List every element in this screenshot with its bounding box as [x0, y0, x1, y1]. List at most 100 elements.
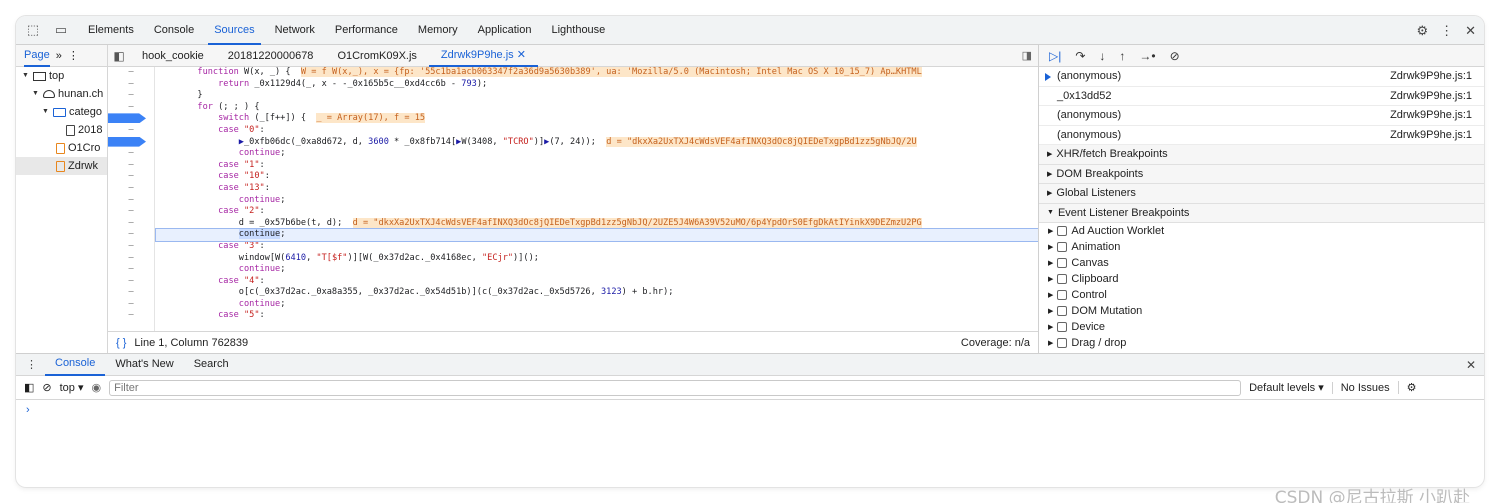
gutter-line[interactable]: –: [108, 206, 154, 218]
context-selector[interactable]: top ▾: [60, 381, 84, 394]
file-tab-o1crom[interactable]: O1CromK09X.js: [325, 45, 428, 67]
expand-arrow-icon[interactable]: ▶: [1048, 291, 1053, 299]
gutter-line[interactable]: –: [108, 125, 154, 137]
console-filter-input[interactable]: Filter: [109, 379, 1242, 396]
gutter-line[interactable]: –: [108, 79, 154, 91]
expand-arrow-icon[interactable]: ▶: [1048, 339, 1053, 347]
tab-page[interactable]: Page: [24, 45, 50, 67]
expand-arrow-icon[interactable]: ▶: [1048, 227, 1053, 235]
drawer-tab-whats-new[interactable]: What's New: [105, 353, 183, 376]
show-sidebar-icon[interactable]: ◧: [24, 381, 34, 394]
code-line[interactable]: o[c(_0x37d2ac._0xa8a355, _0x37d2ac._0x54…: [156, 287, 1038, 299]
gutter-line[interactable]: –: [108, 67, 154, 79]
tab-elements[interactable]: Elements: [78, 16, 144, 45]
tab-memory[interactable]: Memory: [408, 16, 468, 45]
code-line[interactable]: continue;: [156, 148, 1038, 160]
tree-item-o1crom[interactable]: O1Cro: [16, 139, 107, 157]
gutter-line[interactable]: –: [108, 160, 154, 172]
pretty-print-icon[interactable]: { }: [116, 337, 126, 349]
gutter-line[interactable]: –: [108, 253, 154, 265]
gutter-line[interactable]: –: [108, 310, 154, 322]
gutter-line[interactable]: –: [108, 183, 154, 195]
tree-item-folder[interactable]: ▼ catego: [16, 103, 107, 121]
breakpoint-section-header[interactable]: ▶ DOM Breakpoints: [1039, 164, 1484, 184]
event-listener-category[interactable]: ▶ Drag / drop: [1039, 335, 1484, 351]
tab-lighthouse[interactable]: Lighthouse: [541, 16, 615, 45]
code-line[interactable]: window[W(6410, "T[$f")][W(_0x37d2ac._0x4…: [156, 253, 1038, 265]
eye-icon[interactable]: ◉: [92, 381, 102, 394]
call-frame[interactable]: (anonymous) Zdrwk9P9he.js:1: [1039, 67, 1484, 87]
gutter-line[interactable]: –: [108, 229, 154, 241]
code-line[interactable]: case "1":: [156, 160, 1038, 172]
gutter-line[interactable]: –: [108, 264, 154, 276]
checkbox[interactable]: [1057, 338, 1068, 348]
tab-performance[interactable]: Performance: [325, 16, 408, 45]
gutter-line[interactable]: –: [108, 90, 154, 102]
breakpoint-section-header[interactable]: ▶ XHR/fetch Breakpoints: [1039, 145, 1484, 165]
clear-console-icon[interactable]: ⊘: [42, 381, 51, 394]
checkbox[interactable]: [1057, 274, 1068, 284]
call-frame-location[interactable]: Zdrwk9P9he.js:1: [1390, 129, 1472, 141]
gutter-line[interactable]: –: [108, 136, 154, 149]
gutter-line[interactable]: –: [108, 299, 154, 311]
drawer-tab-search[interactable]: Search: [184, 353, 239, 376]
issues-button[interactable]: No Issues: [1331, 381, 1390, 394]
event-listener-category[interactable]: ▶ DOM Mutation: [1039, 303, 1484, 319]
gutter-line[interactable]: –: [108, 276, 154, 288]
event-listener-category[interactable]: ▶ Control: [1039, 287, 1484, 303]
code-line[interactable]: function W(x, _) { W = f W(x,_), x = {fp…: [156, 67, 1038, 79]
file-tab-document[interactable]: 20181220000678: [216, 45, 326, 67]
drawer-menu-icon[interactable]: ⋮: [16, 358, 45, 371]
code-line[interactable]: case "10":: [156, 171, 1038, 183]
call-frame-location[interactable]: Zdrwk9P9he.js:1: [1390, 70, 1472, 82]
gutter-line[interactable]: –: [108, 102, 154, 114]
checkbox[interactable]: [1057, 290, 1068, 300]
breakpoint-section-header[interactable]: ▼ Event Listener Breakpoints: [1039, 203, 1484, 223]
gutter-line[interactable]: –: [108, 113, 154, 125]
checkbox[interactable]: [1057, 306, 1068, 316]
file-tab-zdrwk[interactable]: Zdrwk9P9he.js ✕: [428, 45, 538, 67]
code-line[interactable]: ▶_0xfb06dc(_0xa8d672, d, 3600 * _0x8fb71…: [156, 136, 1038, 149]
code-line[interactable]: continue;: [156, 195, 1038, 207]
code-line[interactable]: case "13":: [156, 183, 1038, 195]
breakpoint-section-header[interactable]: ▶ Global Listeners: [1039, 184, 1484, 204]
coverage-status[interactable]: Coverage: n/a: [961, 337, 1030, 349]
console-settings-gear-icon[interactable]: ⚙: [1397, 381, 1417, 394]
code-line[interactable]: continue;: [155, 228, 1038, 242]
checkbox[interactable]: [1057, 322, 1068, 332]
more-options-icon[interactable]: ⋮: [1440, 23, 1453, 39]
checkbox[interactable]: [1057, 258, 1068, 268]
event-listener-category[interactable]: ▶ Animation: [1039, 239, 1484, 255]
toggle-debugger-icon[interactable]: ◨: [1022, 49, 1032, 62]
event-listener-category[interactable]: ▶ Clipboard: [1039, 271, 1484, 287]
expand-arrow-icon[interactable]: ▶: [1048, 243, 1053, 251]
call-frame[interactable]: _0x13dd52 Zdrwk9P9he.js:1: [1039, 87, 1484, 106]
settings-gear-icon[interactable]: ⚙: [1416, 23, 1428, 39]
expand-arrow-icon[interactable]: ▶: [1048, 323, 1053, 331]
call-frame-location[interactable]: Zdrwk9P9he.js:1: [1390, 109, 1472, 121]
gutter-line[interactable]: –: [108, 195, 154, 207]
code-line[interactable]: case "5":: [156, 310, 1038, 322]
step-over-icon[interactable]: ↷: [1075, 49, 1085, 63]
gutter-line[interactable]: –: [108, 218, 154, 230]
checkbox[interactable]: [1057, 226, 1068, 236]
expand-arrow-icon[interactable]: ▶: [1048, 275, 1053, 283]
code-line[interactable]: case "2":: [156, 206, 1038, 218]
code-line[interactable]: continue;: [156, 264, 1038, 276]
console-prompt[interactable]: ›: [26, 404, 30, 416]
code-line[interactable]: case "0":: [156, 125, 1038, 137]
code-line[interactable]: switch (_[f++]) { _ = Array(17), f = 15: [156, 113, 1038, 125]
code-editor[interactable]: –––––––––––––––––––––– function W(x, _) …: [108, 67, 1038, 331]
step-into-icon[interactable]: ↓: [1099, 49, 1105, 63]
code-line[interactable]: return _0x1129d4(_, x - -_0x165b5c__0xd4…: [156, 79, 1038, 91]
tab-sources[interactable]: Sources: [204, 16, 264, 45]
tab-network[interactable]: Network: [265, 16, 325, 45]
tree-item-zdrwk[interactable]: Zdrwk: [16, 157, 107, 175]
tab-application[interactable]: Application: [468, 16, 542, 45]
line-gutter[interactable]: ––––––––––––––––––––––: [108, 67, 155, 331]
device-toolbar-icon[interactable]: ▭: [50, 20, 72, 40]
call-frame[interactable]: (anonymous) Zdrwk9P9he.js:1: [1039, 106, 1484, 126]
gutter-line[interactable]: –: [108, 171, 154, 183]
navigator-menu-icon[interactable]: ⋮: [68, 49, 79, 62]
event-listener-category[interactable]: ▶ Device: [1039, 319, 1484, 335]
